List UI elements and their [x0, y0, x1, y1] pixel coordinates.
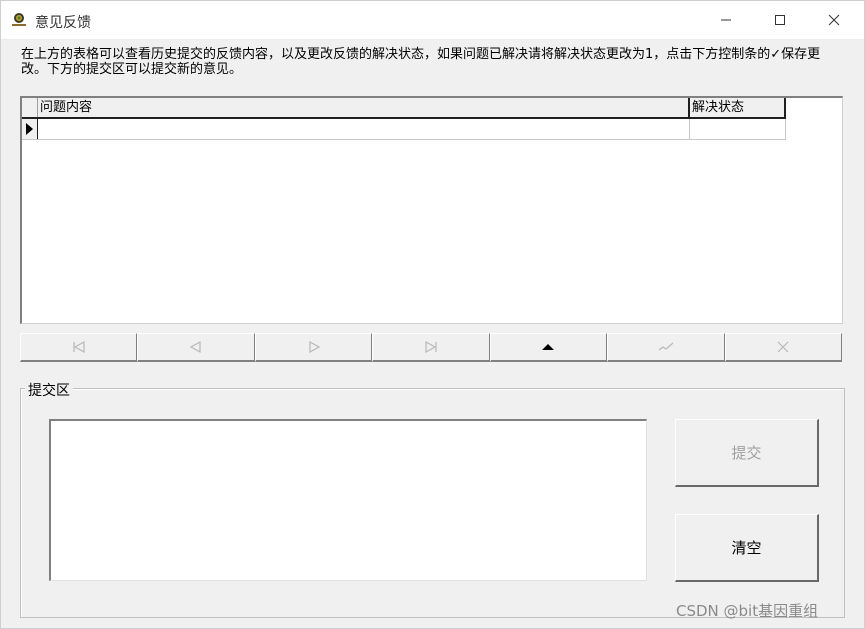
first-icon — [73, 340, 85, 354]
minimize-icon — [721, 19, 731, 21]
cell-content[interactable] — [38, 119, 690, 139]
row-indicator[interactable] — [22, 119, 38, 139]
db-navigator — [20, 333, 842, 362]
table-row[interactable] — [22, 119, 786, 140]
cell-status[interactable] — [690, 119, 786, 139]
instruction-text: 在上方的表格可以查看历史提交的反馈内容，以及更改反馈的解决状态，如果问题已解决请… — [21, 47, 821, 77]
submit-button[interactable]: 提交 — [675, 419, 819, 487]
edit-record-button[interactable] — [489, 333, 608, 362]
feedback-input[interactable] — [49, 419, 647, 581]
watermark-text: CSDN @bit基因重组 — [676, 602, 819, 620]
cancel-record-button[interactable] — [724, 333, 842, 362]
next-icon — [308, 340, 320, 354]
next-record-button[interactable] — [254, 333, 373, 362]
triangle-up-icon — [542, 344, 555, 350]
feedback-grid[interactable]: 问题内容 解决状态 — [20, 96, 843, 324]
clear-button[interactable]: 清空 — [675, 514, 819, 582]
last-icon — [425, 340, 437, 354]
checkmark-icon — [658, 342, 674, 351]
maximize-icon — [775, 15, 785, 25]
column-header-content[interactable]: 问题内容 — [38, 98, 690, 117]
cancel-x-icon — [777, 341, 789, 353]
prior-icon — [189, 340, 201, 354]
close-button[interactable] — [811, 1, 857, 39]
first-record-button[interactable] — [20, 333, 138, 362]
app-logo-icon — [12, 13, 26, 26]
title-bar[interactable]: 意见反馈 — [1, 1, 864, 40]
submit-group-label: 提交区 — [25, 380, 73, 400]
prior-record-button[interactable] — [137, 333, 255, 362]
feedback-window: 意见反馈 在上方的表格可以查看历史提交的反馈内容，以及更改反馈的解决状态，如果问… — [0, 0, 865, 629]
minimize-button[interactable] — [703, 1, 749, 39]
current-row-arrow-icon — [26, 123, 33, 135]
maximize-button[interactable] — [757, 1, 803, 39]
window-title: 意见反馈 — [35, 15, 91, 31]
grid-corner-cell — [22, 98, 38, 117]
column-header-status[interactable]: 解决状态 — [690, 98, 786, 117]
last-record-button[interactable] — [372, 333, 490, 362]
post-record-button[interactable] — [607, 333, 725, 362]
grid-header: 问题内容 解决状态 — [22, 98, 786, 119]
close-icon — [828, 14, 840, 26]
